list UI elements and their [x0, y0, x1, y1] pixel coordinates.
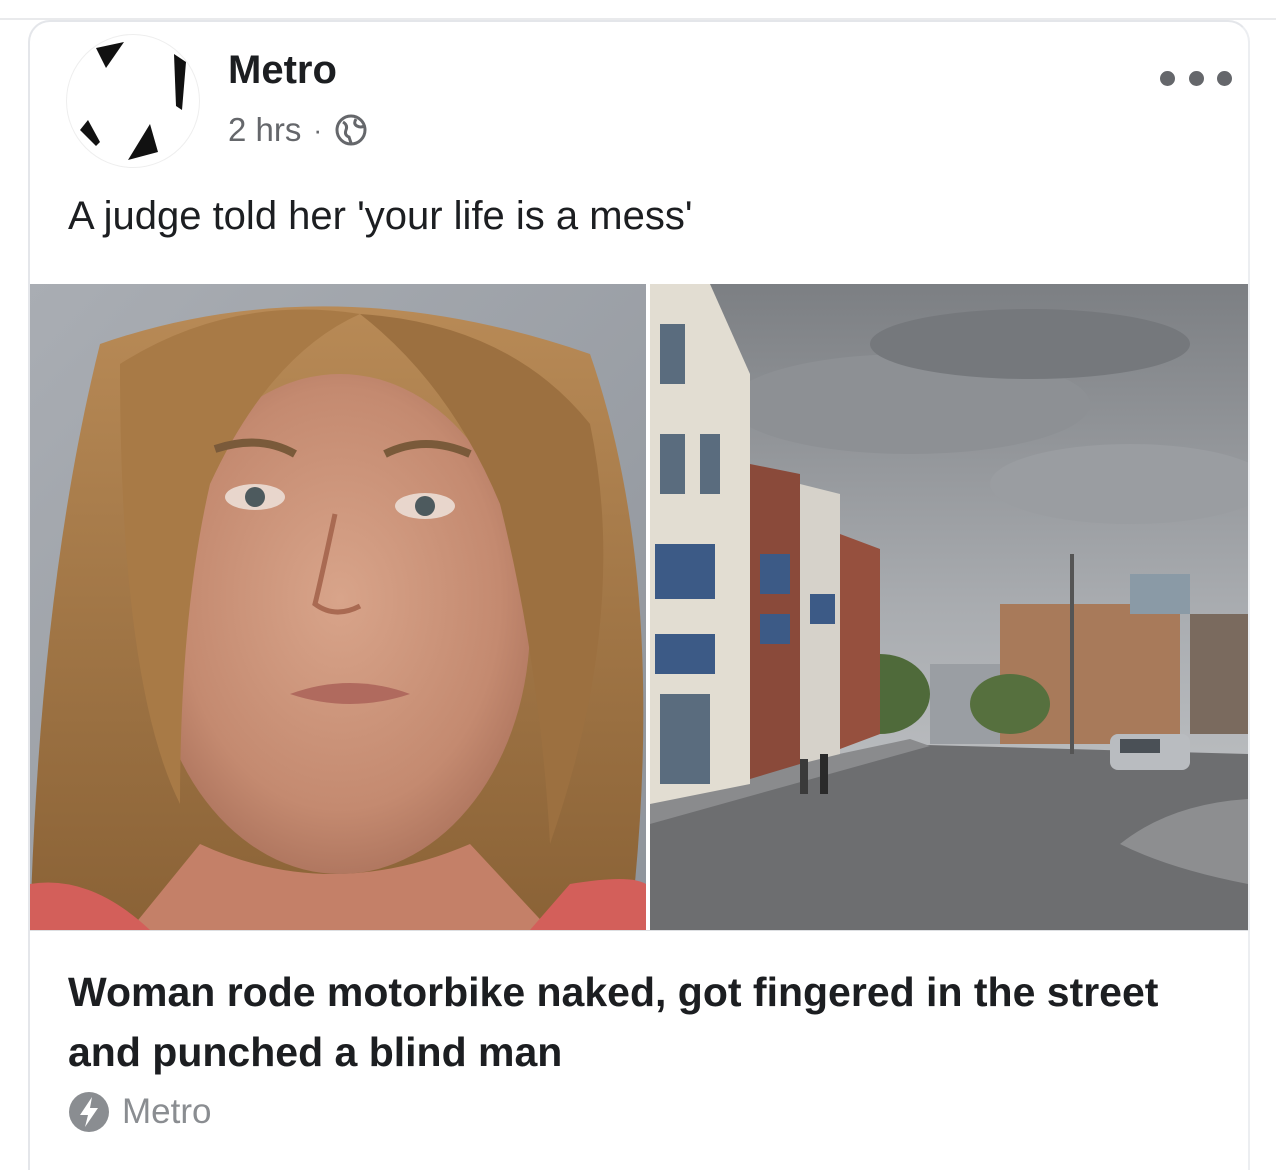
link-title[interactable]: Woman rode motorbike naked, got fingered… — [68, 962, 1208, 1082]
page-avatar[interactable] — [66, 34, 200, 168]
post-caption: A judge told her 'your life is a mess' — [68, 194, 693, 238]
post-timestamp[interactable]: 2 hrs — [228, 111, 301, 149]
metro-logo-icon — [80, 42, 186, 160]
more-options-icon[interactable] — [1160, 60, 1232, 96]
link-image-portrait[interactable] — [30, 284, 646, 930]
link-source-name: Metro — [122, 1092, 212, 1131]
more-dot — [1188, 70, 1204, 86]
page-name-link[interactable]: Metro — [228, 48, 337, 93]
bolt-icon — [69, 1092, 109, 1132]
post-meta: 2 hrs · — [228, 108, 368, 152]
link-source[interactable]: Metro — [68, 1090, 211, 1134]
more-dot — [1217, 70, 1232, 86]
link-image-street[interactable] — [650, 284, 1248, 930]
globe-icon[interactable] — [334, 113, 368, 147]
meta-separator: · — [313, 114, 323, 145]
more-dot — [1160, 70, 1175, 86]
